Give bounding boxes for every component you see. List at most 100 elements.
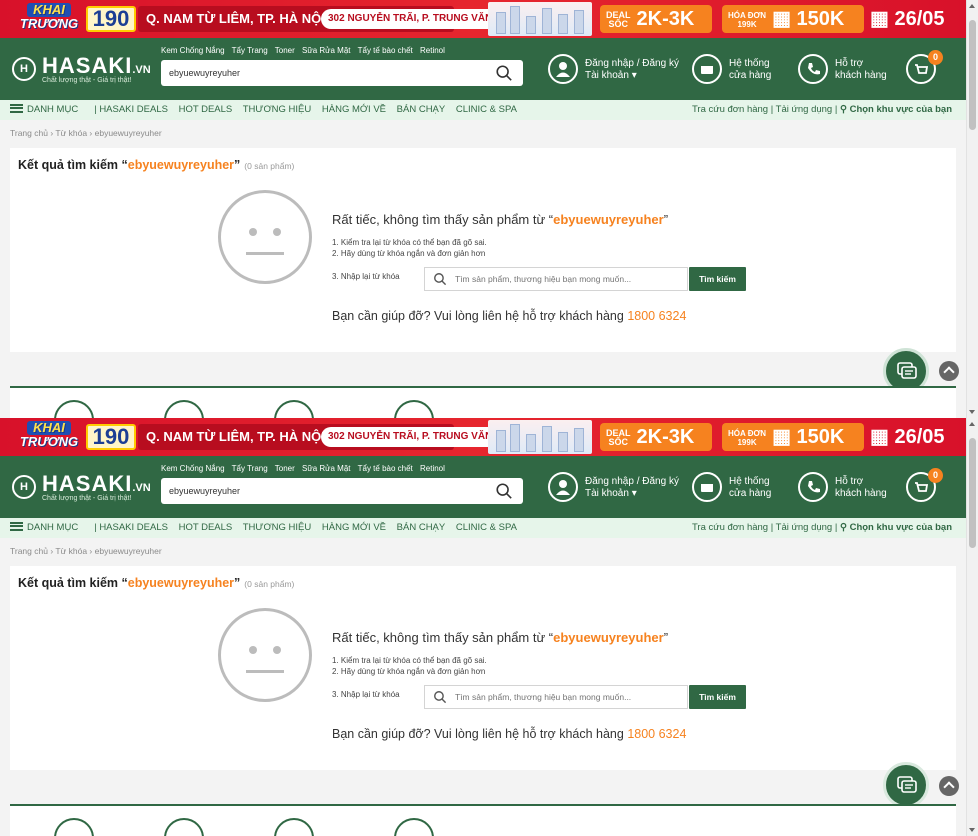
- quick-link[interactable]: Sữa Rửa Mặt: [302, 46, 351, 55]
- no-results-message: Rất tiếc, không tìm thấy sản phẩm từ “eb…: [332, 212, 668, 227]
- promo-bill-small-1: HÓA ĐƠN: [728, 10, 767, 20]
- search-icon[interactable]: [495, 482, 513, 500]
- nav-item-hot-deals[interactable]: HOT DEALS: [179, 104, 233, 115]
- gift-icon: ▦: [772, 8, 797, 30]
- nav-item-hasaki-deals[interactable]: HASAKI DEALS: [99, 104, 168, 115]
- category-menu[interactable]: DANH MỤC: [10, 103, 86, 115]
- tip-2: 2. Hãy dùng từ khóa ngắn và đơn giản hơn: [332, 667, 486, 676]
- support-label-1: Hỗ trợ: [835, 58, 864, 69]
- nav-item-clinic-spa[interactable]: CLINIC & SPA: [456, 104, 517, 115]
- nav-item-best-sellers[interactable]: BÁN CHẠY: [397, 522, 446, 533]
- store-system-link[interactable]: Hệ thống cửa hàng: [692, 54, 792, 88]
- store-icon: [692, 472, 722, 502]
- genuine-badge-icon: [394, 818, 434, 836]
- promo-bill-badge: HÓA ĐƠN 199K ▦ 150K: [722, 423, 864, 451]
- account-menu[interactable]: Đăng nhập / Đăng ký Tài khoản ▾: [548, 54, 688, 88]
- nav-item-brands[interactable]: THƯƠNG HIỆU: [243, 104, 312, 115]
- promo-banner[interactable]: KHAI TRƯƠNG 190 Q. NAM TỪ LIÊM, TP. HÀ N…: [0, 0, 966, 38]
- search-results-panel: Kết quả tìm kiếm “ebyuewuyreyuher” (0 sản…: [10, 148, 956, 352]
- store-label-1: Hệ thống: [729, 476, 770, 487]
- retry-search-input[interactable]: [455, 268, 683, 290]
- category-menu[interactable]: DANH MỤC: [10, 521, 86, 533]
- gift-icon: ▦: [772, 426, 797, 448]
- promo-banner[interactable]: KHAI TRƯƠNG 190 Q. NAM TỪ LIÊM, TP. HÀ N…: [0, 418, 966, 456]
- nav-item-best-sellers[interactable]: BÁN CHẠY: [397, 104, 446, 115]
- breadcrumb-current: ebyuewuyreyuher: [94, 128, 162, 138]
- cart-button[interactable]: 0: [906, 468, 946, 506]
- nav-item-new-arrivals[interactable]: HÀNG MỚI VỀ: [322, 104, 386, 115]
- promo-bill-value: 150K: [796, 8, 845, 30]
- search-input[interactable]: [169, 478, 489, 504]
- phone-icon: [798, 472, 828, 502]
- nav-item-hot-deals[interactable]: HOT DEALS: [179, 522, 233, 533]
- results-count: (0 sản phẩm): [244, 161, 295, 171]
- hasaki-logo[interactable]: H HASAKI.VN Chất lượng thật - Giá trị th…: [12, 471, 151, 507]
- search-tips: 1. Kiểm tra lại từ khóa có thể bạn đã gõ…: [332, 655, 487, 677]
- breadcrumb-home[interactable]: Trang chủ: [10, 128, 48, 138]
- breadcrumb-keyword[interactable]: Từ khóa: [55, 546, 87, 556]
- nav-item-hasaki-deals[interactable]: HASAKI DEALS: [99, 522, 168, 533]
- search-icon[interactable]: [495, 64, 513, 82]
- chat-icon: [897, 776, 917, 793]
- results-count: (0 sản phẩm): [244, 579, 295, 589]
- account-menu[interactable]: Đăng nhập / Đăng ký Tài khoản ▾: [548, 472, 688, 506]
- chat-button[interactable]: [883, 762, 929, 808]
- promo-grand-opening: KHAI TRƯƠNG: [14, 421, 84, 453]
- promo-deal-value: 2K-3K: [636, 8, 695, 30]
- logo-text: HASAKI: [42, 53, 133, 78]
- order-lookup-link[interactable]: Tra cứu đơn hàng: [692, 522, 768, 533]
- location-selector[interactable]: ⚲ Chọn khu vực của bạn: [840, 522, 952, 533]
- quick-link[interactable]: Tẩy tế bào chết: [358, 464, 413, 473]
- quick-link[interactable]: Toner: [275, 46, 295, 55]
- quick-link[interactable]: Tẩy Trang: [232, 464, 268, 473]
- order-lookup-link[interactable]: Tra cứu đơn hàng: [692, 104, 768, 115]
- support-phone-link[interactable]: 1800 6324: [627, 727, 686, 741]
- promo-date: ▦ 26/05: [870, 423, 956, 451]
- location-selector[interactable]: ⚲ Chọn khu vực của bạn: [840, 104, 952, 115]
- breadcrumb-home[interactable]: Trang chủ: [10, 546, 48, 556]
- footer-badges: [10, 804, 956, 836]
- free-return-badge-icon: [274, 400, 314, 418]
- account-login-label: Đăng nhập / Đăng ký: [585, 476, 679, 487]
- footer-badges: [10, 386, 956, 418]
- scroll-to-top-button[interactable]: [939, 361, 959, 381]
- nav-item-clinic-spa[interactable]: CLINIC & SPA: [456, 522, 517, 533]
- retry-search-button[interactable]: Tìm kiếm: [689, 267, 746, 291]
- scrollbar[interactable]: [966, 0, 978, 418]
- main-nav: DANH MỤC | HASAKI DEALS HOT DEALS THƯƠNG …: [0, 100, 966, 120]
- retry-search-button[interactable]: Tìm kiếm: [689, 685, 746, 709]
- nav-item-brands[interactable]: THƯƠNG HIỆU: [243, 522, 312, 533]
- download-app-link[interactable]: Tải ứng dụng: [776, 104, 833, 115]
- quick-link[interactable]: Toner: [275, 464, 295, 473]
- download-app-link[interactable]: Tải ứng dụng: [776, 522, 833, 533]
- neutral-face-icon: [218, 190, 312, 284]
- cart-button[interactable]: 0: [906, 50, 946, 88]
- quick-link[interactable]: Sữa Rửa Mặt: [302, 464, 351, 473]
- promo-truong-label: TRƯƠNG: [19, 16, 79, 31]
- store-system-link[interactable]: Hệ thống cửa hàng: [692, 472, 792, 506]
- search-icon: [434, 691, 447, 704]
- quick-link[interactable]: Retinol: [420, 464, 445, 473]
- quick-link[interactable]: Retinol: [420, 46, 445, 55]
- logo-text: HASAKI: [42, 471, 133, 496]
- quick-link[interactable]: Kem Chống Nắng: [161, 46, 225, 55]
- store-icon: [692, 54, 722, 84]
- retry-search-box: [424, 685, 688, 709]
- no-results-suffix: ”: [663, 212, 669, 227]
- breadcrumb-keyword[interactable]: Từ khóa: [55, 128, 87, 138]
- search-input[interactable]: [169, 60, 489, 86]
- hasaki-logo[interactable]: H HASAKI.VN Chất lượng thật - Giá trị th…: [12, 53, 151, 89]
- retry-search-input[interactable]: [455, 686, 683, 708]
- customer-support-link[interactable]: Hỗ trợ khách hàng: [798, 54, 898, 88]
- scrollbar[interactable]: [966, 418, 978, 836]
- nav-item-new-arrivals[interactable]: HÀNG MỚI VỀ: [322, 522, 386, 533]
- scroll-to-top-button[interactable]: [939, 776, 959, 796]
- support-phone-link[interactable]: 1800 6324: [627, 309, 686, 323]
- no-results-prefix: Rất tiếc, không tìm thấy sản phẩm từ “: [332, 212, 554, 227]
- breadcrumb-current: ebyuewuyreyuher: [94, 546, 162, 556]
- customer-support-link[interactable]: Hỗ trợ khách hàng: [798, 472, 898, 506]
- quick-link[interactable]: Tẩy tế bào chết: [358, 46, 413, 55]
- quick-link[interactable]: Kem Chống Nắng: [161, 464, 225, 473]
- calendar-icon: ▦: [870, 426, 895, 448]
- quick-link[interactable]: Tẩy Trang: [232, 46, 268, 55]
